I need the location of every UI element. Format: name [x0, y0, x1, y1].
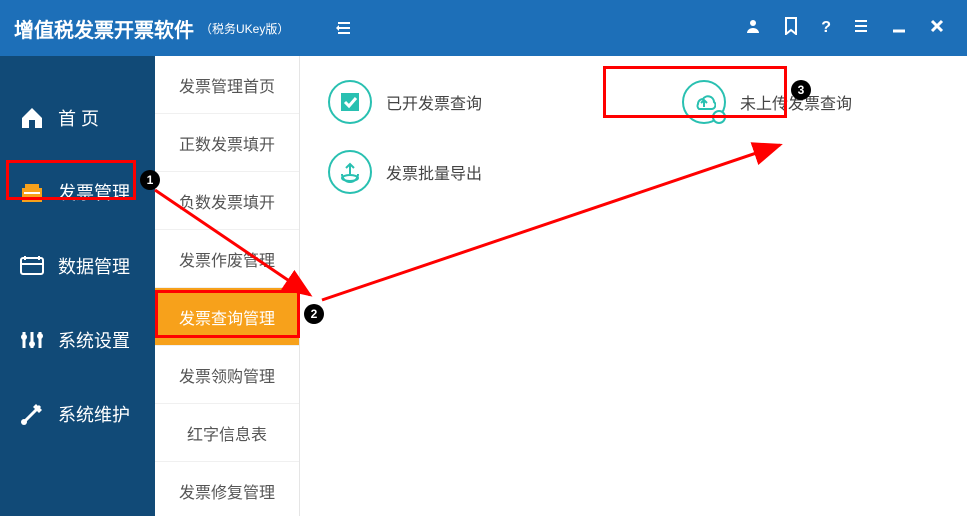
cloud-upload-icon: [682, 80, 726, 124]
help-icon[interactable]: ?: [821, 19, 831, 37]
close-icon[interactable]: [929, 18, 945, 39]
tile-batch-export[interactable]: 发票批量导出: [328, 150, 482, 194]
tile-label: 发票批量导出: [386, 160, 482, 184]
menu-icon[interactable]: [853, 18, 869, 39]
submenu-label: 发票作废管理: [179, 247, 275, 271]
submenu-item-red-info[interactable]: 红字信息表: [155, 404, 299, 462]
submenu-item-void-manage[interactable]: 发票作废管理: [155, 230, 299, 288]
submenu-item-query-manage[interactable]: 发票查询管理: [155, 288, 299, 346]
sidebar-item-home[interactable]: 首 页: [0, 86, 155, 150]
bookmark-icon[interactable]: [783, 17, 799, 40]
submenu-item-negative-invoice[interactable]: 负数发票填开: [155, 172, 299, 230]
submenu-label: 发票查询管理: [179, 305, 275, 329]
sidebar-item-label: 系统设置: [58, 327, 130, 353]
export-icon: [328, 150, 372, 194]
window-controls: ?: [745, 17, 967, 40]
tile-label: 已开发票查询: [386, 90, 482, 114]
sidebar-item-system-settings[interactable]: 系统设置: [0, 308, 155, 372]
sidebar-item-invoice-manage[interactable]: 发票管理: [0, 160, 155, 224]
tile-issued-query[interactable]: 已开发票查询: [328, 80, 482, 124]
submenu-item-purchase-manage[interactable]: 发票领购管理: [155, 346, 299, 404]
submenu-label: 负数发票填开: [179, 189, 275, 213]
sidebar-item-system-maintain[interactable]: 系统维护: [0, 382, 155, 446]
submenu-label: 红字信息表: [187, 421, 267, 445]
sidebar-item-label: 数据管理: [58, 253, 130, 279]
title-bar-left: 增值税发票开票软件 （税务UKey版）: [0, 14, 300, 43]
collapse-menu-icon[interactable]: [314, 0, 374, 56]
tile-unuploaded-query[interactable]: 未上传发票查询: [682, 80, 852, 124]
main-sidebar: 首 页 发票管理 数据管理 系统设置 系统维护: [0, 56, 155, 516]
submenu-label: 发票领购管理: [179, 363, 275, 387]
data-icon: [18, 252, 46, 280]
user-icon[interactable]: [745, 18, 761, 39]
minimize-icon[interactable]: [891, 18, 907, 39]
tile-label: 未上传发票查询: [740, 90, 852, 114]
submenu-item-positive-invoice[interactable]: 正数发票填开: [155, 114, 299, 172]
settings-icon: [18, 326, 46, 354]
title-bar: 增值税发票开票软件 （税务UKey版） ?: [0, 0, 967, 56]
submenu-label: 正数发票填开: [179, 131, 275, 155]
invoice-icon: [18, 178, 46, 206]
sidebar-item-label: 首 页: [58, 105, 99, 131]
sub-sidebar: 发票管理首页 正数发票填开 负数发票填开 发票作废管理 发票查询管理 发票领购管…: [155, 56, 300, 516]
sidebar-item-data-manage[interactable]: 数据管理: [0, 234, 155, 298]
submenu-item-invoice-home[interactable]: 发票管理首页: [155, 56, 299, 114]
check-icon: [328, 80, 372, 124]
app-title: 增值税发票开票软件: [0, 14, 194, 43]
maintain-icon: [18, 400, 46, 428]
submenu-label: 发票管理首页: [179, 73, 275, 97]
submenu-label: 发票修复管理: [179, 479, 275, 503]
home-icon: [18, 104, 46, 132]
sidebar-item-label: 发票管理: [58, 179, 130, 205]
sidebar-item-label: 系统维护: [58, 401, 130, 427]
app-subtitle: （税务UKey版）: [200, 20, 289, 37]
main-content: 已开发票查询 未上传发票查询 发票批量导出: [300, 56, 967, 516]
title-bar-right: ?: [300, 0, 967, 56]
submenu-item-repair-manage[interactable]: 发票修复管理: [155, 462, 299, 516]
